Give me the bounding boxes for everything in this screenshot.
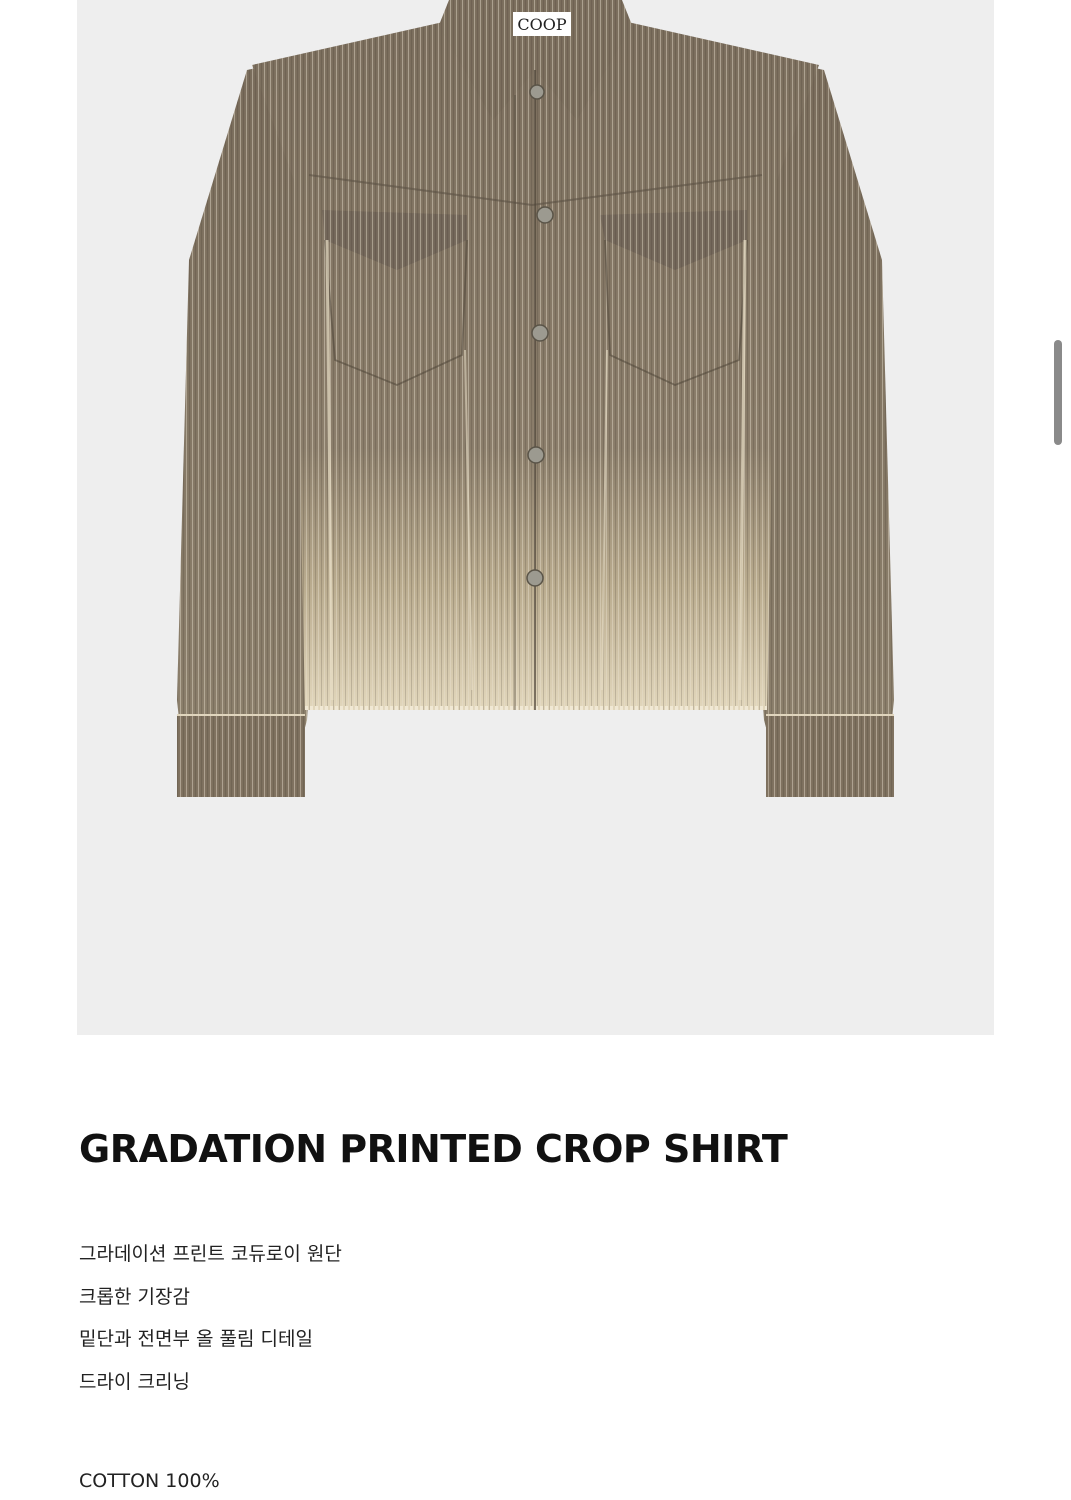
description-item: 드라이 크리닝: [79, 1370, 190, 1393]
shirt-illustration: COOP: [177, 0, 894, 797]
product-image[interactable]: COOP: [77, 0, 994, 1035]
description-item: 크롭한 기장감: [79, 1285, 190, 1308]
description-item: 밑단과 전면부 올 풀림 디테일: [79, 1328, 313, 1350]
product-title: GRADATION PRINTED CROP SHIRT: [79, 1127, 788, 1171]
label-text: COOP: [517, 15, 566, 34]
description-item: 그라데이션 프린트 코듀로이 원단: [79, 1243, 342, 1265]
material-composition: COTTON 100%: [79, 1470, 220, 1492]
product-detail-page: COOP GRADATION PRINTED CROP SHIRT 그라데이션 …: [0, 0, 1071, 1500]
scrollbar-thumb[interactable]: [1054, 340, 1062, 445]
product-description: 그라데이션 프린트 코듀로이 원단 크롭한 기장감 밑단과 전면부 올 풀림 디…: [79, 1233, 342, 1403]
